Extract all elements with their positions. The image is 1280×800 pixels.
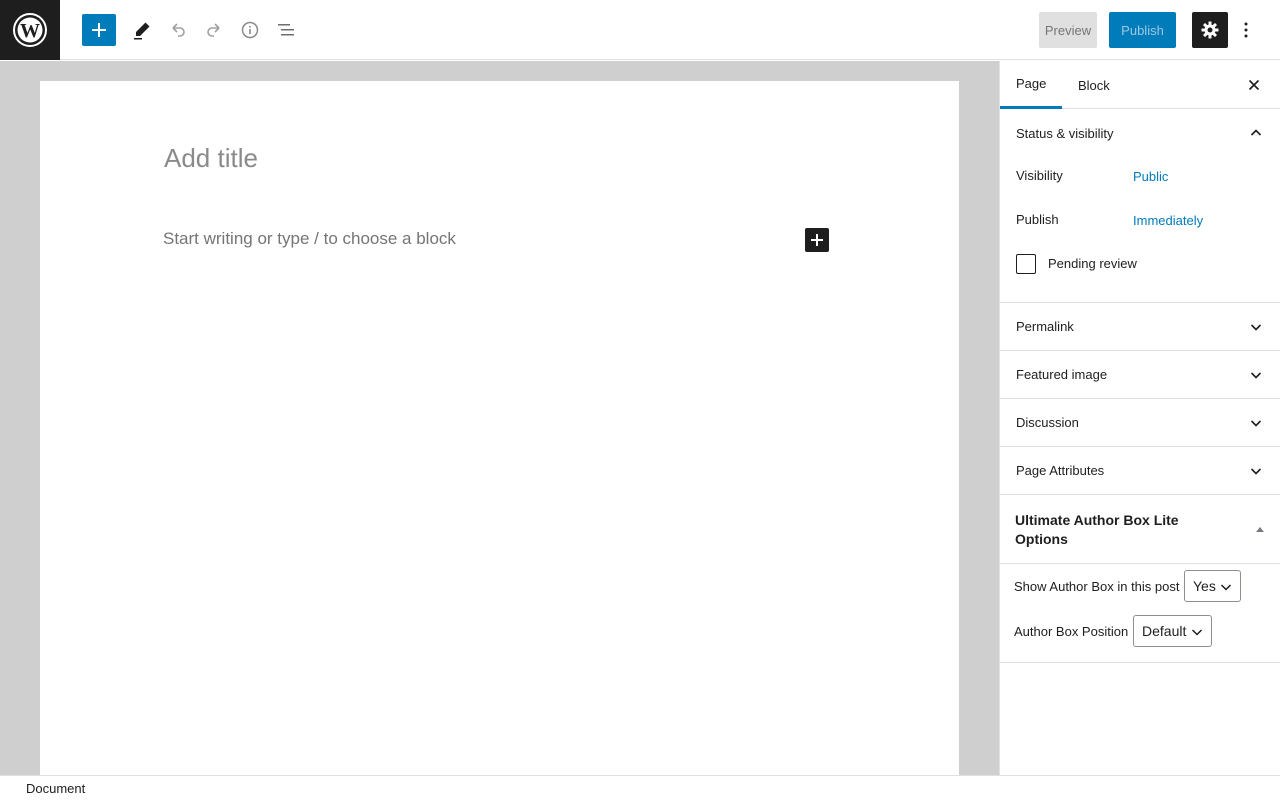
redo-button[interactable] xyxy=(196,12,232,48)
svg-text:W: W xyxy=(20,20,40,42)
default-block-appender[interactable]: Start writing or type / to choose a bloc… xyxy=(163,229,456,249)
editor-canvas: Add title Start writing or type / to cho… xyxy=(0,61,999,775)
more-options-button[interactable] xyxy=(1228,12,1264,48)
wordpress-logo-icon[interactable]: W xyxy=(0,0,60,60)
metabox-title: Ultimate Author Box Lite Options xyxy=(1015,512,1179,547)
panel-title: Featured image xyxy=(1016,367,1108,382)
author-box-position-select[interactable]: Default xyxy=(1133,615,1212,647)
details-button[interactable] xyxy=(232,12,268,48)
caret-up-icon[interactable] xyxy=(1256,527,1264,532)
more-vertical-icon xyxy=(1244,22,1248,38)
list-view-icon xyxy=(278,24,294,36)
redo-icon xyxy=(207,23,220,37)
preview-button[interactable]: Preview xyxy=(1039,12,1097,48)
author-box-position-label: Author Box Position xyxy=(1014,624,1129,639)
close-sidebar-button[interactable] xyxy=(1244,75,1264,95)
status-visibility-panel: Status & visibility Visibility Public Pu… xyxy=(1000,109,1280,303)
author-box-metabox: Ultimate Author Box Lite Options Show Au… xyxy=(1000,495,1280,663)
post-title-input[interactable]: Add title xyxy=(164,143,258,174)
block-breadcrumb-bar: Document xyxy=(0,775,1280,800)
publish-label: Publish xyxy=(1016,212,1059,227)
chevron-up-icon xyxy=(1250,129,1262,136)
close-icon xyxy=(1248,79,1260,91)
pending-review-label[interactable]: Pending review xyxy=(1048,256,1137,271)
chevron-down-icon xyxy=(1220,584,1232,591)
show-author-box-label: Show Author Box in this post xyxy=(1014,579,1180,594)
plus-icon xyxy=(811,234,823,246)
tab-page[interactable]: Page xyxy=(1000,61,1062,109)
page-attributes-panel[interactable]: Page Attributes xyxy=(1000,447,1280,495)
visibility-label: Visibility xyxy=(1016,168,1063,183)
permalink-panel[interactable]: Permalink xyxy=(1000,303,1280,351)
chevron-down-icon xyxy=(1250,372,1262,379)
discussion-panel[interactable]: Discussion xyxy=(1000,399,1280,447)
panel-title: Discussion xyxy=(1016,415,1079,430)
select-value: Yes xyxy=(1193,578,1216,594)
undo-icon xyxy=(172,23,185,37)
editor-document: Add title Start writing or type / to cho… xyxy=(40,81,959,775)
chevron-down-icon xyxy=(1191,629,1203,636)
chevron-down-icon xyxy=(1250,324,1262,331)
panel-title: Status & visibility xyxy=(1016,125,1114,141)
show-author-box-select[interactable]: Yes xyxy=(1184,570,1241,602)
undo-button[interactable] xyxy=(160,12,196,48)
status-visibility-toggle[interactable]: Status & visibility xyxy=(1000,109,1280,157)
list-view-button[interactable] xyxy=(268,12,304,48)
pencil-icon xyxy=(134,22,150,40)
pending-review-checkbox[interactable] xyxy=(1016,254,1036,274)
visibility-toggle[interactable]: Public xyxy=(1133,169,1168,184)
chevron-down-icon xyxy=(1250,420,1262,427)
publish-button[interactable]: Publish xyxy=(1109,12,1176,48)
info-icon xyxy=(241,21,259,39)
editor-header: W Preview Publish xyxy=(0,0,1280,60)
select-value: Default xyxy=(1142,623,1187,639)
featured-image-panel[interactable]: Featured image xyxy=(1000,351,1280,399)
publish-date-toggle[interactable]: Immediately xyxy=(1133,213,1203,228)
sidebar-tabs: Page Block xyxy=(1000,61,1280,109)
chevron-down-icon xyxy=(1250,468,1262,475)
tools-button[interactable] xyxy=(124,12,160,48)
block-inserter-button[interactable] xyxy=(82,14,116,46)
panel-title: Permalink xyxy=(1016,319,1074,334)
settings-button[interactable] xyxy=(1192,12,1228,48)
settings-sidebar: Page Block Status & visibility Visibilit… xyxy=(999,61,1280,775)
breadcrumb-document[interactable]: Document xyxy=(26,781,85,796)
tab-block[interactable]: Block xyxy=(1078,61,1110,109)
panel-title: Page Attributes xyxy=(1016,463,1105,478)
plus-icon xyxy=(92,23,106,37)
add-block-button[interactable] xyxy=(805,228,829,252)
gear-icon xyxy=(1201,21,1219,39)
